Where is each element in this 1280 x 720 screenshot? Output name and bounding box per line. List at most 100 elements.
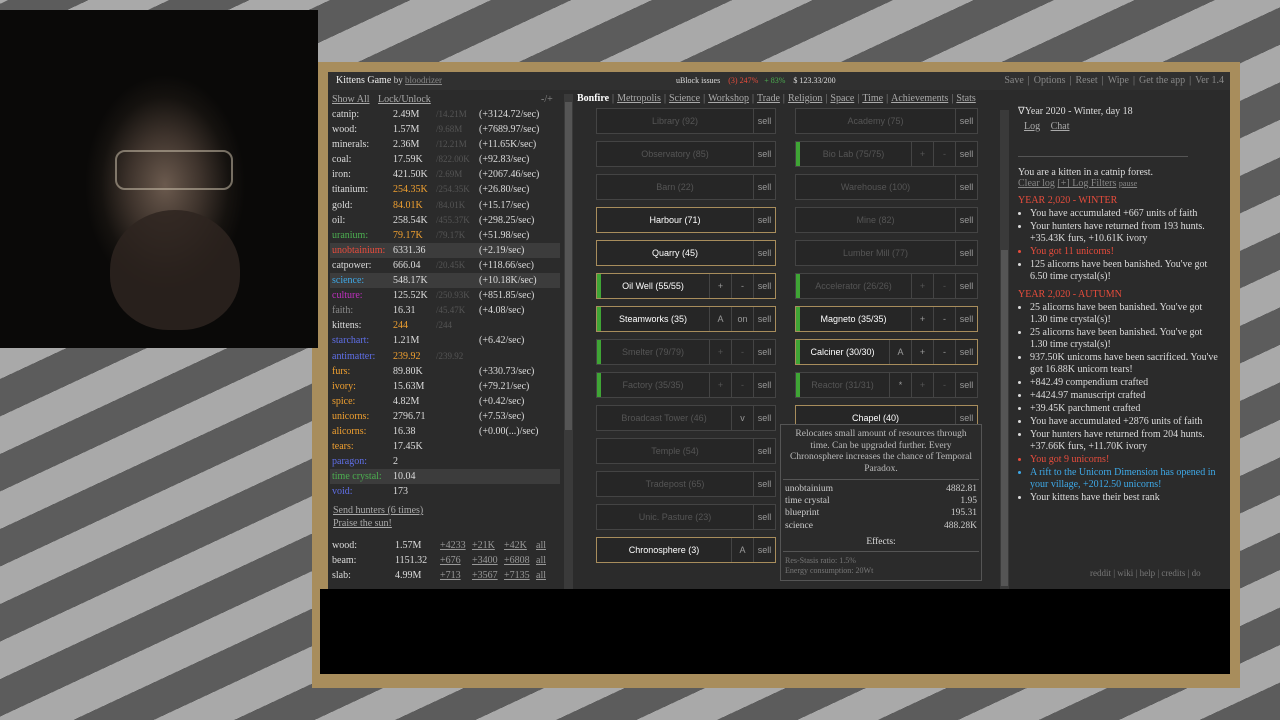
building-button[interactable]: Steamworks (35) Aon sell <box>596 306 776 332</box>
craft-all-button[interactable]: all <box>536 540 546 551</box>
craft-button[interactable]: +42K <box>504 540 527 551</box>
tab-time[interactable]: Time <box>862 93 883 104</box>
building-sell-button[interactable]: sell <box>753 373 775 397</box>
footer-links[interactable]: reddit | wiki | help | credits | do <box>1090 568 1201 578</box>
building-sell-button[interactable]: sell <box>753 109 775 133</box>
building-button[interactable]: Mine (82) sell <box>795 207 978 233</box>
log-tab[interactable]: Log <box>1024 121 1040 132</box>
tab-space[interactable]: Space <box>830 93 854 104</box>
middle-scrollbar[interactable] <box>1000 110 1009 589</box>
building-minus-button[interactable]: - <box>933 142 955 166</box>
chat-tab[interactable]: Chat <box>1051 121 1070 132</box>
building-sell-button[interactable]: sell <box>753 307 775 331</box>
tab-bonfire[interactable]: Bonfire <box>577 93 609 104</box>
building-sell-button[interactable]: sell <box>955 142 977 166</box>
building-button[interactable]: Accelerator (26/26) + - sell <box>795 273 978 299</box>
building-sell-button[interactable]: sell <box>955 241 977 265</box>
craft-button[interactable]: +6808 <box>504 555 530 566</box>
left-scrollbar[interactable] <box>564 94 573 589</box>
tab-science[interactable]: Science <box>669 93 700 104</box>
building-minus-button[interactable]: - <box>933 373 955 397</box>
building-button[interactable]: Warehouse (100) sell <box>795 174 978 200</box>
craft-button[interactable]: +676 <box>440 555 461 566</box>
craft-button[interactable]: +7135 <box>504 570 530 581</box>
tab-achievements[interactable]: Achievements <box>891 93 948 104</box>
building-button[interactable]: Factory (35/35) + - sell <box>596 372 776 398</box>
building-button[interactable]: Temple (54) sell <box>596 438 776 464</box>
building-button[interactable]: Broadcast Tower (46) v sell <box>596 405 776 431</box>
building-automate-button[interactable]: A <box>731 538 753 562</box>
building-sell-button[interactable]: sell <box>753 340 775 364</box>
building-sell-button[interactable]: sell <box>955 175 977 199</box>
building-plus-button[interactable]: + <box>709 340 731 364</box>
craft-all-button[interactable]: all <box>536 570 546 581</box>
craft-button[interactable]: +21K <box>472 540 495 551</box>
calendar-date[interactable]: ∇Year 2020 - Winter, day 18 <box>1018 106 1218 117</box>
author-link[interactable]: bloodrizer <box>405 75 442 85</box>
tab-religion[interactable]: Religion <box>788 93 822 104</box>
building-plus-button[interactable]: + <box>911 373 933 397</box>
building-button[interactable]: Bio Lab (75/75) + - sell <box>795 141 978 167</box>
send-hunters-link[interactable]: Send hunters (6 times) <box>333 505 553 516</box>
building-button[interactable]: Smelter (79/79) + - sell <box>596 339 776 365</box>
pause-link[interactable]: pause <box>1119 179 1137 188</box>
top-link-save[interactable]: Save <box>1004 75 1023 86</box>
building-button[interactable]: Library (92) sell <box>596 108 776 134</box>
building-button[interactable]: Tradepost (65) sell <box>596 471 776 497</box>
top-link-ver-1-4[interactable]: Ver 1.4 <box>1195 75 1224 86</box>
building-sell-button[interactable]: sell <box>753 274 775 298</box>
building-sell-button[interactable]: sell <box>753 142 775 166</box>
building-button[interactable]: Oil Well (55/55) + - sell <box>596 273 776 299</box>
building-plus-button[interactable]: + <box>911 340 933 364</box>
craft-button[interactable]: +713 <box>440 570 461 581</box>
building-sell-button[interactable]: sell <box>753 472 775 496</box>
building-toggle-button[interactable]: on <box>731 307 753 331</box>
building-sell-button[interactable]: sell <box>955 307 977 331</box>
craft-button[interactable]: +3567 <box>472 570 498 581</box>
top-link-get-the-app[interactable]: Get the app <box>1139 75 1185 86</box>
craft-button[interactable]: +3400 <box>472 555 498 566</box>
craft-all-button[interactable]: all <box>536 555 546 566</box>
tab-stats[interactable]: Stats <box>956 93 975 104</box>
building-button[interactable]: Harbour (71) sell <box>596 207 776 233</box>
building-minus-button[interactable]: - <box>731 340 753 364</box>
building-button[interactable]: Lumber Mill (77) sell <box>795 240 978 266</box>
building-button[interactable]: Observatory (85) sell <box>596 141 776 167</box>
building-sell-button[interactable]: sell <box>753 439 775 463</box>
building-sell-button[interactable]: sell <box>955 274 977 298</box>
building-sell-button[interactable]: sell <box>753 175 775 199</box>
building-sell-button[interactable]: sell <box>955 373 977 397</box>
building-button[interactable]: Barn (22) sell <box>596 174 776 200</box>
building-button[interactable]: Reactor (31/31) * + - sell <box>795 372 978 398</box>
building-sell-button[interactable]: sell <box>753 241 775 265</box>
building-minus-button[interactable]: - <box>731 274 753 298</box>
praise-sun-link[interactable]: Praise the sun! <box>333 518 553 529</box>
building-button[interactable]: Quarry (45) sell <box>596 240 776 266</box>
building-sell-button[interactable]: sell <box>955 340 977 364</box>
show-all-link[interactable]: Show All <box>332 94 370 105</box>
building-automate-button[interactable]: A <box>709 307 731 331</box>
building-automate-button[interactable]: A <box>889 340 911 364</box>
building-button[interactable]: Unic. Pasture (23) sell <box>596 504 776 530</box>
toggle-all[interactable]: -/+ <box>541 94 553 105</box>
lock-unlock-link[interactable]: Lock/Unlock <box>378 94 431 105</box>
building-button[interactable]: Calciner (30/30) A + - sell <box>795 339 978 365</box>
building-minus-button[interactable]: - <box>933 340 955 364</box>
building-sell-button[interactable]: sell <box>753 538 775 562</box>
building-plus-button[interactable]: + <box>911 307 933 331</box>
craft-button[interactable]: +4233 <box>440 540 466 551</box>
top-link-reset[interactable]: Reset <box>1075 75 1097 86</box>
log-filters-link[interactable]: [+] Log Filters <box>1057 178 1116 189</box>
building-sell-button[interactable]: sell <box>753 505 775 529</box>
building-button[interactable]: Magneto (35/35) + - sell <box>795 306 978 332</box>
top-link-options[interactable]: Options <box>1034 75 1066 86</box>
building-sell-button[interactable]: sell <box>753 406 775 430</box>
top-link-wipe[interactable]: Wipe <box>1108 75 1129 86</box>
building-plus-button[interactable]: + <box>911 142 933 166</box>
building-plus-button[interactable]: + <box>911 274 933 298</box>
building-plus-button[interactable]: + <box>709 373 731 397</box>
building-minus-button[interactable]: - <box>933 307 955 331</box>
building-minus-button[interactable]: - <box>731 373 753 397</box>
building-star-button[interactable]: * <box>889 373 911 397</box>
building-sell-button[interactable]: sell <box>955 109 977 133</box>
